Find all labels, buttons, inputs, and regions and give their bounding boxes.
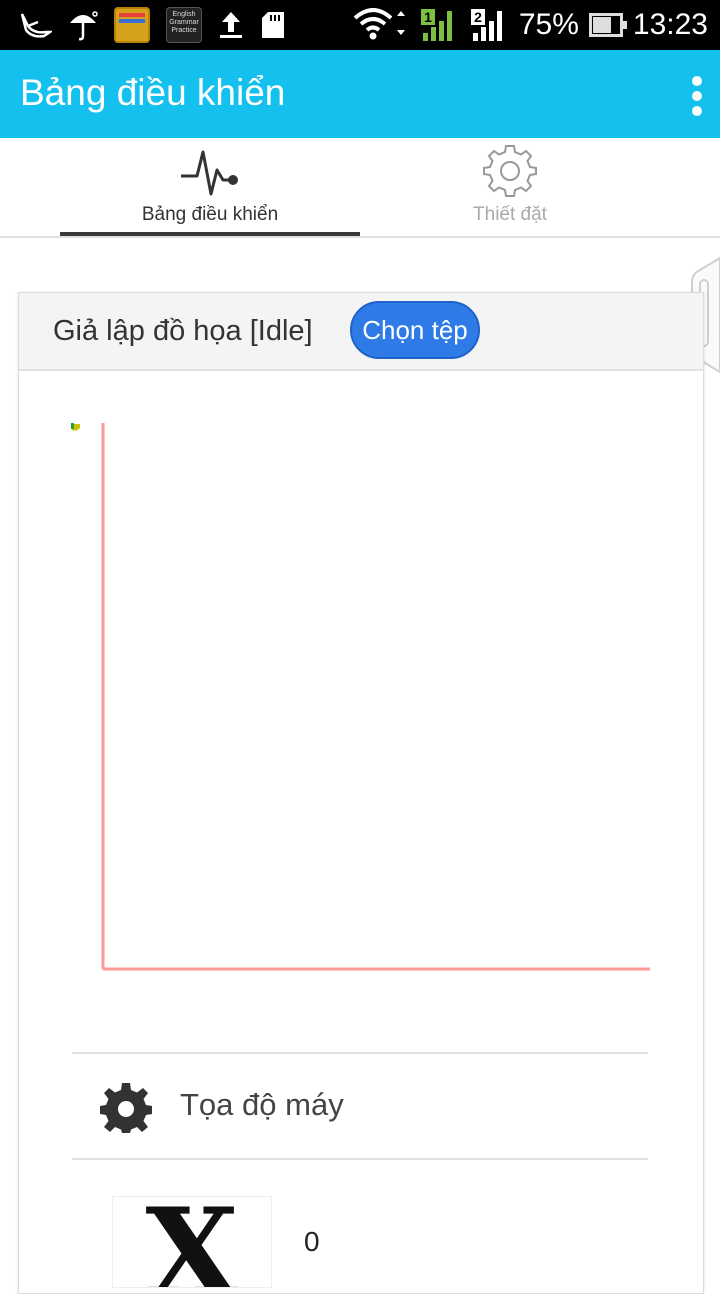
signal-sim1-icon: 1 [420,9,452,41]
choose-file-button[interactable]: Chọn tệp [350,301,480,359]
bird-icon [20,13,52,38]
x-axis-tile: X [112,1196,272,1288]
signal-sim2-icon: 2 [470,9,502,41]
battery-icon [588,13,627,37]
machine-coords-row: Tọa độ máy [72,1055,648,1159]
sd-card-icon [262,12,284,38]
x-coordinate-value: 0 [304,1226,320,1257]
active-tab-indicator [60,232,360,236]
notification-icons: English Grammar Practice [18,6,286,44]
sim1-label: 1 [424,9,432,25]
tab-settings-label: Thiết đặt [473,204,547,225]
tab-dashboard-label: Bảng điều khiển [141,204,279,225]
sim2-label: 2 [474,9,482,25]
overflow-menu-icon[interactable] [690,76,704,116]
tab-bar: Bảng điều khiển Thiết đặt [0,138,720,238]
tab-dashboard[interactable]: Bảng điều khiển [60,138,360,236]
card-title: Giả lập đồ họa [Idle] [53,315,313,347]
app-bar: Bảng điều khiển [0,50,720,138]
x-axis-glyph: X [145,1196,239,1288]
battery-percent: 75% [518,8,579,41]
system-status: 1 2 75% 13:23 [353,4,708,46]
english-grammar-app-icon: English Grammar Practice [166,7,202,43]
folder-app-icon [114,7,150,43]
clock: 13:23 [632,8,708,41]
status-bar: English Grammar Practice 1 2 75% 13:23 [0,0,720,50]
card-header: Giả lập đồ họa [Idle] Chọn tệp [19,293,703,371]
divider-top [72,1052,648,1054]
gear-icon [100,1083,152,1133]
wifi-icon [353,8,405,40]
machine-coords-label: Tọa độ máy [180,1087,344,1122]
gear-icon [483,145,537,197]
upload-icon [220,12,242,38]
umbrella-icon [70,11,98,41]
divider-bottom [72,1158,648,1160]
pulse-icon [181,150,238,196]
tab-settings[interactable]: Thiết đặt [360,138,660,236]
app-bar-title: Bảng điều khiển [20,72,286,113]
